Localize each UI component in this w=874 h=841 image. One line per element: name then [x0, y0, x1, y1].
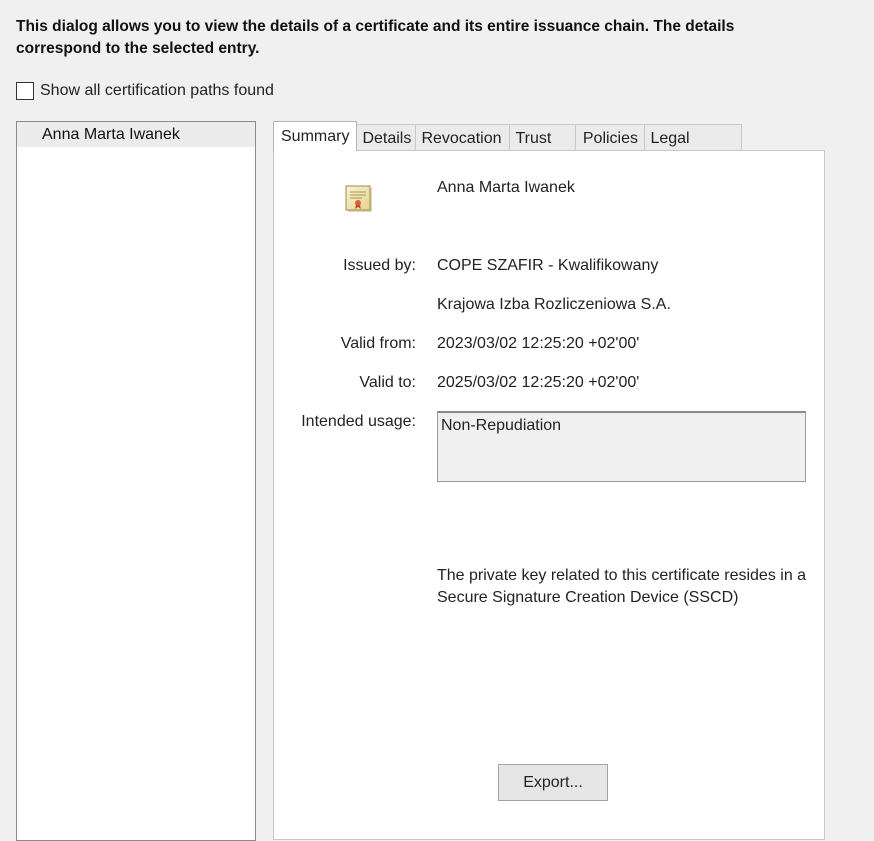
export-button[interactable]: Export... — [498, 764, 608, 801]
tree-item-selected[interactable]: Anna Marta Iwanek — [17, 122, 255, 147]
issued-by-label: Issued by: — [343, 257, 416, 274]
summary-panel: Anna Marta Iwanek Issued by: COPE SZAFIR… — [273, 150, 825, 840]
valid-from-label: Valid from: — [340, 335, 416, 352]
tab-bar: Summary Details Revocation Trust Policie… — [273, 121, 743, 174]
valid-to-value: 2025/03/02 12:25:20 +02'00' — [437, 374, 640, 391]
checkbox-box[interactable] — [16, 82, 34, 100]
certificate-icon — [345, 185, 372, 212]
intended-usage-field[interactable]: Non-Repudiation — [437, 411, 806, 482]
tab-revocation[interactable]: Revocation — [415, 124, 511, 151]
tab-trust[interactable]: Trust — [509, 124, 577, 151]
tab-details[interactable]: Details — [356, 124, 417, 151]
certificate-chain-tree[interactable]: Anna Marta Iwanek — [16, 121, 256, 841]
show-all-paths-checkbox[interactable]: Show all certification paths found — [16, 80, 274, 102]
tab-legal-notice[interactable]: Legal Notice — [644, 124, 743, 174]
issued-by-organization: Krajowa Izba Rozliczeniowa S.A. — [437, 296, 671, 313]
show-all-paths-label: Show all certification paths found — [40, 82, 274, 99]
tab-summary[interactable]: Summary — [273, 121, 358, 151]
valid-to-label: Valid to: — [359, 374, 416, 391]
issued-by-value: COPE SZAFIR - Kwalifikowany — [437, 257, 659, 274]
intended-usage-label: Intended usage: — [301, 413, 416, 430]
dialog-description: This dialog allows you to view the detai… — [16, 18, 735, 57]
tab-policies[interactable]: Policies — [575, 124, 646, 151]
sscd-note: The private key related to this certific… — [437, 567, 807, 606]
certificate-subject: Anna Marta Iwanek — [437, 179, 575, 196]
valid-from-value: 2023/03/02 12:25:20 +02'00' — [437, 335, 640, 352]
